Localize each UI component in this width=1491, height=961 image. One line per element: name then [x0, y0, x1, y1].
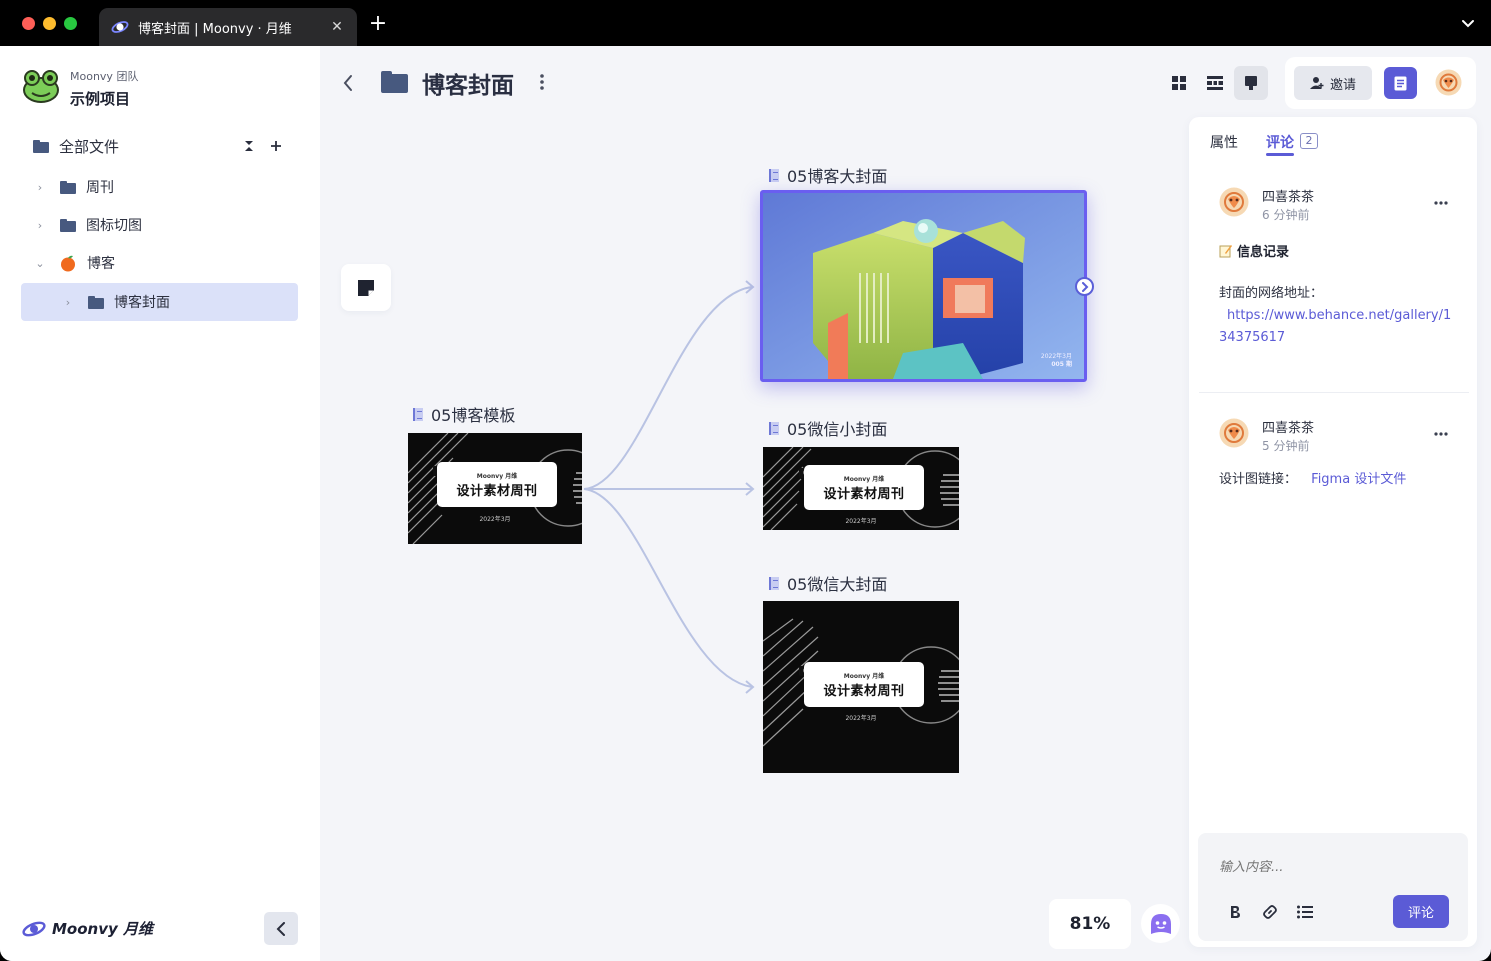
- document-icon: [769, 421, 779, 435]
- hero-issue: 005 期: [1051, 361, 1072, 368]
- browser-chrome: 博客封面 | Moonvy · 月维 ✕ +: [0, 0, 1491, 46]
- comment-time: 5 分钟前: [1262, 439, 1310, 453]
- thumbnail-card: Moonvy 月维 设计素材周刊: [804, 465, 924, 510]
- thumbnail-brand: Moonvy 月维: [843, 672, 885, 680]
- comment-composer: 评论: [1198, 833, 1468, 941]
- comment-heading: 信息记录: [1219, 241, 1289, 260]
- hero-date: 2022年3月: [1040, 353, 1072, 360]
- bullet-list-icon: [1297, 905, 1313, 919]
- minimize-window-button[interactable]: [43, 17, 56, 30]
- canvas-icon: [1245, 76, 1257, 90]
- chevron-right-icon: [1081, 281, 1088, 292]
- comments-panel: 属性 评论 2 四喜茶茶 6 分钟前 信息记录 封面的网络地址： https:/…: [1189, 117, 1477, 947]
- hero-caption: 2022年3月 005 期: [1041, 353, 1072, 369]
- thumbnail-date: 2022年3月: [479, 516, 511, 523]
- thumbnail-title: 设计素材周刊: [823, 683, 905, 699]
- thumbnail-card: Moonvy 月维 设计素材周刊: [437, 462, 557, 507]
- connector-lines: [583, 280, 755, 694]
- comment-body: 设计图链接： Figma 设计文件: [1219, 469, 1406, 491]
- comment-body-label: 封面的网络地址：: [1219, 286, 1324, 301]
- thumbnail-hero[interactable]: 2022年3月 005 期: [760, 190, 1087, 382]
- browser-tab[interactable]: 博客封面 | Moonvy · 月维 ✕: [99, 8, 357, 46]
- comment-count-badge: 2: [1300, 133, 1318, 149]
- maximize-window-button[interactable]: [64, 17, 77, 30]
- invite-button[interactable]: 邀请: [1294, 66, 1372, 100]
- list-view-button[interactable]: [1198, 66, 1232, 100]
- link-button[interactable]: [1260, 902, 1280, 922]
- bold-button[interactable]: [1225, 902, 1245, 922]
- comment-link[interactable]: Figma 设计文件: [1311, 472, 1406, 487]
- comments-panel-toggle[interactable]: [1384, 67, 1417, 99]
- tab-comments[interactable]: 评论: [1266, 132, 1294, 152]
- node-title: 05微信大封面: [787, 575, 888, 594]
- list-button[interactable]: [1295, 902, 1315, 922]
- more-horizontal-icon[interactable]: [1434, 201, 1448, 205]
- document-icon: [769, 168, 779, 182]
- add-user-icon: [1309, 77, 1324, 89]
- thumbnail-wechat-large[interactable]: 005 Moonvy 月维 设计素材周刊 2022年3月: [763, 601, 959, 773]
- submit-comment-button[interactable]: 评论: [1393, 895, 1449, 928]
- next-arrow-button[interactable]: [1075, 277, 1094, 296]
- thumbnail-title: 设计素材周刊: [823, 486, 905, 502]
- node-label-template[interactable]: 05博客模板: [413, 402, 515, 426]
- tab-title: 博客封面 | Moonvy · 月维: [138, 21, 292, 37]
- comment-author: 四喜茶茶: [1262, 190, 1315, 205]
- ghost-mascot-icon: [1150, 913, 1171, 934]
- node-label-wechat-small[interactable]: 05微信小封面: [769, 416, 887, 440]
- thumbnail-wechat-small[interactable]: 005 Moonvy 月维 设计素材周刊 2022年3月: [763, 447, 959, 530]
- thumbnail-brand: Moonvy 月维: [843, 475, 885, 483]
- document-icon: [1394, 76, 1407, 90]
- avatar[interactable]: [1219, 187, 1249, 217]
- close-tab-icon[interactable]: ✕: [329, 19, 345, 35]
- tab-indicator: [1266, 153, 1294, 156]
- thumbnail-title: 设计素材周刊: [456, 483, 538, 499]
- thumbnail-date: 2022年3月: [845, 518, 877, 525]
- comment-author: 四喜茶茶: [1262, 421, 1315, 436]
- node-title: 05博客模板: [431, 406, 516, 425]
- link-icon: [1263, 905, 1277, 919]
- tab-properties[interactable]: 属性: [1210, 132, 1238, 152]
- comment-body-label: 设计图链接：: [1219, 472, 1298, 487]
- thumbnail-date: 2022年3月: [845, 715, 877, 722]
- assistant-button[interactable]: [1141, 904, 1180, 943]
- zoom-level[interactable]: 81%: [1049, 899, 1131, 949]
- node-title: 05微信小封面: [787, 420, 888, 439]
- node-title: 05博客大封面: [787, 167, 888, 186]
- close-window-button[interactable]: [22, 17, 35, 30]
- thumbnail-brand: Moonvy 月维: [476, 472, 518, 480]
- comment-divider: [1199, 392, 1469, 393]
- comment-link-continued[interactable]: 34375617: [1219, 327, 1459, 349]
- hero-artwork: [763, 193, 1084, 379]
- more-horizontal-icon[interactable]: [1434, 432, 1448, 436]
- list-icon: [1207, 76, 1223, 90]
- app-window: Moonvy 团队 示例项目 全部文件 › 周刊 › 图标切图 ⌄ 博客 › 博…: [0, 46, 1491, 961]
- node-label-wechat-large[interactable]: 05微信大封面: [769, 571, 887, 595]
- thumbnail-template[interactable]: 005 Moonvy 月维 设计素材周刊 2022年3月: [408, 433, 582, 544]
- invite-label: 邀请: [1329, 77, 1356, 93]
- comment-time: 6 分钟前: [1262, 208, 1310, 222]
- user-avatar[interactable]: [1435, 69, 1462, 96]
- comment-body: 封面的网络地址： https://www.behance.net/gallery…: [1219, 283, 1459, 349]
- document-icon: [769, 576, 779, 590]
- chevron-down-icon[interactable]: [1461, 16, 1475, 30]
- new-tab-icon[interactable]: +: [368, 13, 388, 35]
- document-icon: [413, 407, 423, 421]
- comment-input[interactable]: [1219, 860, 1389, 875]
- avatar[interactable]: [1219, 418, 1249, 448]
- memo-icon: [1219, 244, 1232, 257]
- thumbnail-card: Moonvy 月维 设计素材周刊: [804, 662, 924, 707]
- comment-heading-text: 信息记录: [1237, 245, 1290, 260]
- comment-link[interactable]: https://www.behance.net/gallery/1: [1219, 305, 1459, 327]
- moonvy-logo-icon: [111, 21, 129, 33]
- bold-icon: [1231, 906, 1240, 918]
- canvas-view-button[interactable]: [1234, 66, 1268, 100]
- node-label-hero[interactable]: 05博客大封面: [769, 163, 887, 187]
